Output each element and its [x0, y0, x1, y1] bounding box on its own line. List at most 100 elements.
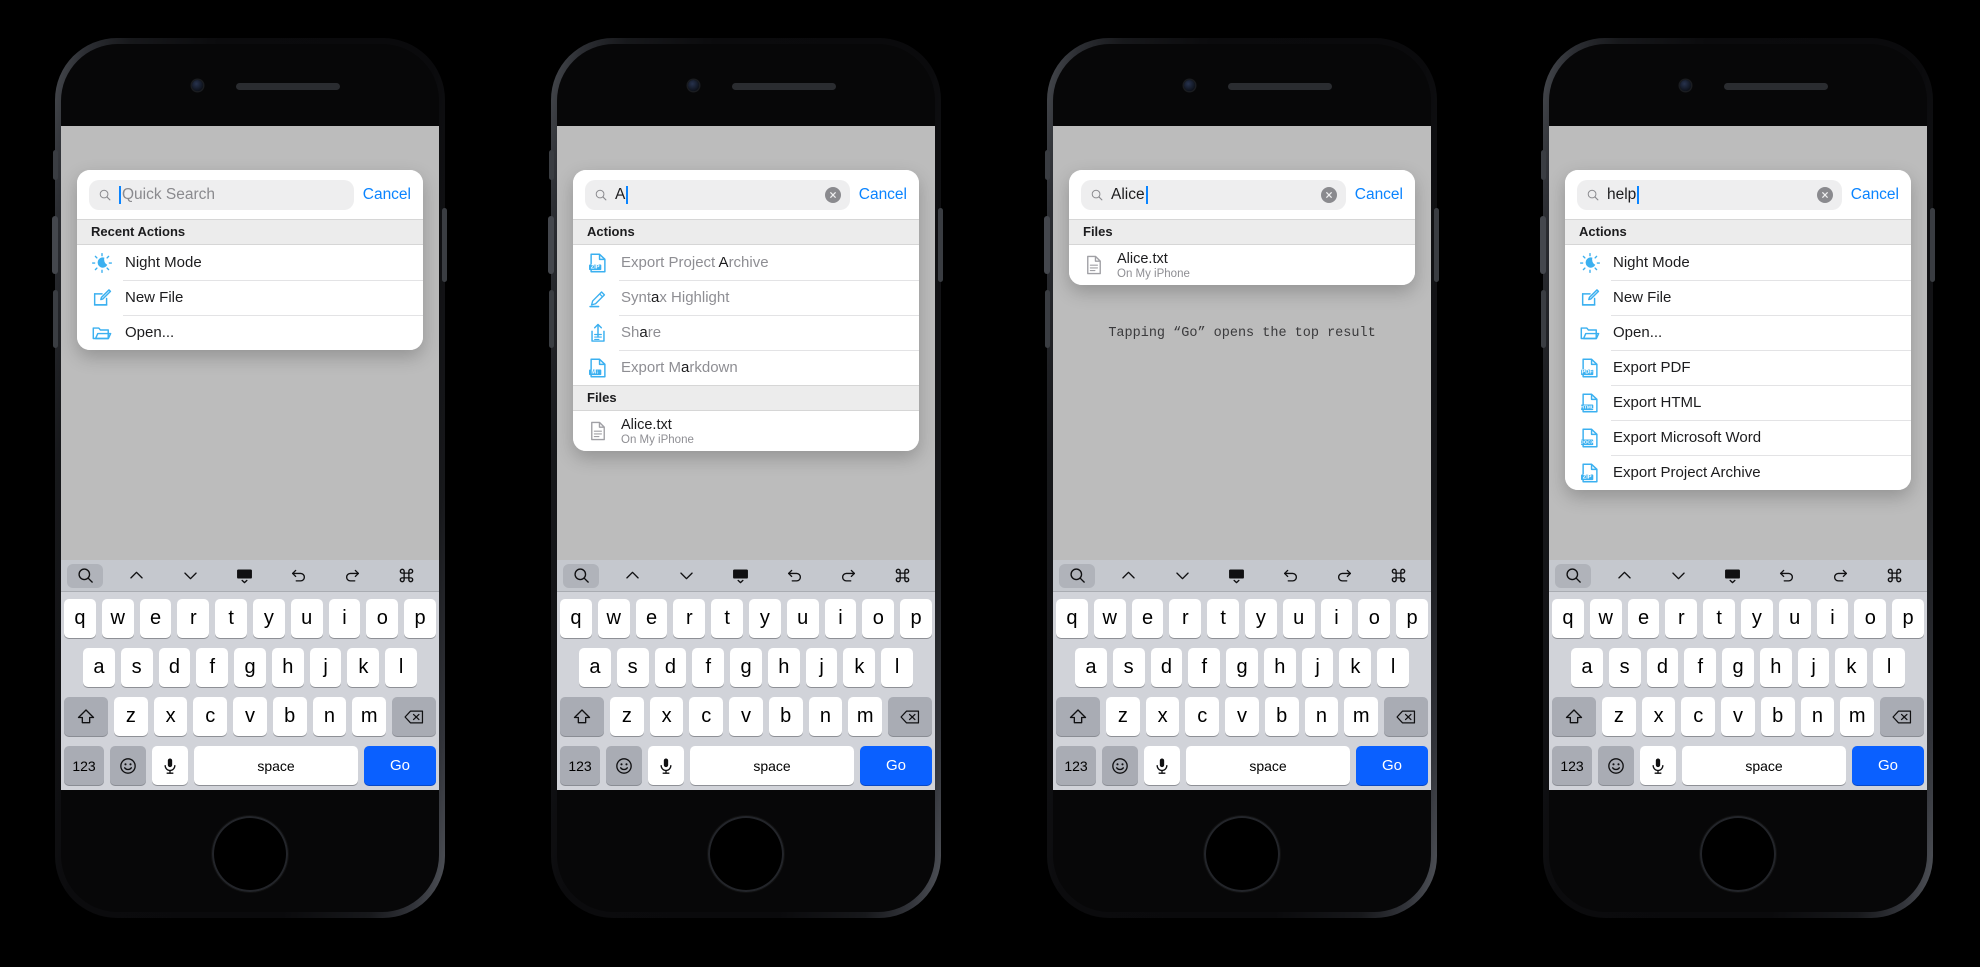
- key-h[interactable]: h: [767, 648, 800, 687]
- key-o[interactable]: o: [862, 599, 895, 638]
- hide-keyboard-icon[interactable]: [1209, 564, 1263, 588]
- key-d[interactable]: d: [158, 648, 191, 687]
- key-o[interactable]: o: [366, 599, 399, 638]
- mute-switch[interactable]: [53, 150, 58, 180]
- shift-key[interactable]: [559, 697, 604, 736]
- key-v[interactable]: v: [729, 697, 763, 736]
- keyboard-toolbar[interactable]: [1053, 560, 1431, 592]
- key-q[interactable]: q: [1552, 599, 1584, 638]
- key-x[interactable]: x: [153, 697, 188, 736]
- volume-up-button[interactable]: [1540, 216, 1546, 274]
- keyboard-row-4[interactable]: 123 space Go: [64, 746, 436, 785]
- key-q[interactable]: q: [560, 599, 592, 638]
- search-icon[interactable]: [67, 563, 103, 588]
- power-button[interactable]: [442, 208, 447, 282]
- power-button[interactable]: [938, 208, 943, 282]
- microphone-icon[interactable]: [152, 746, 188, 785]
- result-row[interactable]: Night Mode: [1565, 245, 1911, 280]
- cancel-button[interactable]: Cancel: [363, 186, 411, 204]
- key-c[interactable]: c: [193, 697, 228, 736]
- key-n[interactable]: n: [1304, 697, 1339, 736]
- numbers-key[interactable]: 123: [560, 746, 600, 785]
- key-k[interactable]: k: [1835, 648, 1868, 687]
- hide-keyboard-icon[interactable]: [713, 564, 767, 588]
- undo-icon[interactable]: [271, 564, 325, 588]
- key-h[interactable]: h: [271, 648, 304, 687]
- key-m[interactable]: m: [848, 697, 883, 736]
- key-p[interactable]: p: [404, 599, 436, 638]
- home-button[interactable]: [1204, 816, 1280, 892]
- search-icon[interactable]: [1059, 563, 1095, 588]
- emoji-icon[interactable]: [1598, 746, 1634, 785]
- key-e[interactable]: e: [139, 599, 172, 638]
- shift-key[interactable]: [1551, 697, 1596, 736]
- search-icon[interactable]: [563, 563, 599, 588]
- keyboard-row-3[interactable]: zxcvbnm: [1055, 697, 1429, 736]
- key-u[interactable]: u: [786, 599, 819, 638]
- go-key[interactable]: Go: [364, 746, 436, 785]
- key-l[interactable]: l: [1377, 648, 1410, 687]
- key-b[interactable]: b: [1760, 697, 1795, 736]
- key-j[interactable]: j: [1301, 648, 1334, 687]
- hide-keyboard-icon[interactable]: [217, 564, 271, 588]
- backspace-key[interactable]: [392, 697, 437, 736]
- go-key[interactable]: Go: [860, 746, 932, 785]
- cancel-button[interactable]: Cancel: [1851, 186, 1899, 204]
- space-key[interactable]: space: [690, 746, 854, 785]
- home-button[interactable]: [212, 816, 288, 892]
- key-f[interactable]: f: [1188, 648, 1221, 687]
- key-s[interactable]: s: [120, 648, 153, 687]
- key-y[interactable]: y: [749, 599, 781, 638]
- keyboard-toolbar[interactable]: [1549, 560, 1927, 592]
- backspace-key[interactable]: [888, 697, 933, 736]
- search-bar[interactable]: help Cancel: [1565, 170, 1911, 219]
- command-icon[interactable]: [875, 564, 929, 588]
- key-x[interactable]: x: [1641, 697, 1676, 736]
- result-row[interactable]: HTML Export HTML: [1565, 385, 1911, 420]
- result-row[interactable]: Open...: [1565, 315, 1911, 350]
- result-row[interactable]: Night Mode: [77, 245, 423, 280]
- search-bar[interactable]: Quick Search Cancel: [77, 170, 423, 219]
- key-j[interactable]: j: [805, 648, 838, 687]
- volume-down-button[interactable]: [53, 290, 58, 348]
- chevron-down-icon[interactable]: [1651, 564, 1705, 588]
- volume-down-button[interactable]: [1045, 290, 1050, 348]
- key-a[interactable]: a: [578, 648, 611, 687]
- search-input[interactable]: Alice: [1081, 180, 1346, 210]
- key-a[interactable]: a: [1074, 648, 1107, 687]
- key-a[interactable]: a: [1570, 648, 1603, 687]
- key-p[interactable]: p: [1396, 599, 1428, 638]
- on-screen-keyboard[interactable]: q w e r t y u i o p a s d f g h j k l z x c v b n m 123 space Go: [61, 560, 439, 790]
- key-i[interactable]: i: [1320, 599, 1353, 638]
- key-s[interactable]: s: [1608, 648, 1641, 687]
- key-v[interactable]: v: [1721, 697, 1755, 736]
- mute-switch[interactable]: [549, 150, 554, 180]
- key-i[interactable]: i: [1816, 599, 1849, 638]
- emoji-icon[interactable]: [110, 746, 146, 785]
- key-m[interactable]: m: [352, 697, 387, 736]
- result-row[interactable]: New File: [77, 280, 423, 315]
- backspace-key[interactable]: [1880, 697, 1925, 736]
- key-c[interactable]: c: [1681, 697, 1716, 736]
- result-row[interactable]: New File: [1565, 280, 1911, 315]
- key-f[interactable]: f: [1684, 648, 1717, 687]
- cancel-button[interactable]: Cancel: [1355, 186, 1403, 204]
- chevron-up-icon[interactable]: [1101, 564, 1155, 588]
- key-c[interactable]: c: [1185, 697, 1220, 736]
- redo-icon[interactable]: [1813, 564, 1867, 588]
- undo-icon[interactable]: [1263, 564, 1317, 588]
- command-icon[interactable]: [1371, 564, 1425, 588]
- on-screen-keyboard[interactable]: q w e r t y u i o p a s d f g h j k l z x c v b n m 123 space Go: [557, 560, 935, 790]
- key-f[interactable]: f: [692, 648, 725, 687]
- microphone-icon[interactable]: [1640, 746, 1676, 785]
- numbers-key[interactable]: 123: [64, 746, 104, 785]
- key-g[interactable]: g: [730, 648, 762, 687]
- key-m[interactable]: m: [1840, 697, 1875, 736]
- key-b[interactable]: b: [272, 697, 307, 736]
- key-x[interactable]: x: [649, 697, 684, 736]
- key-y[interactable]: y: [1245, 599, 1277, 638]
- key-y[interactable]: y: [1741, 599, 1773, 638]
- result-row[interactable]: M↓ Export Markdown: [573, 350, 919, 385]
- key-t[interactable]: t: [1703, 599, 1735, 638]
- undo-icon[interactable]: [767, 564, 821, 588]
